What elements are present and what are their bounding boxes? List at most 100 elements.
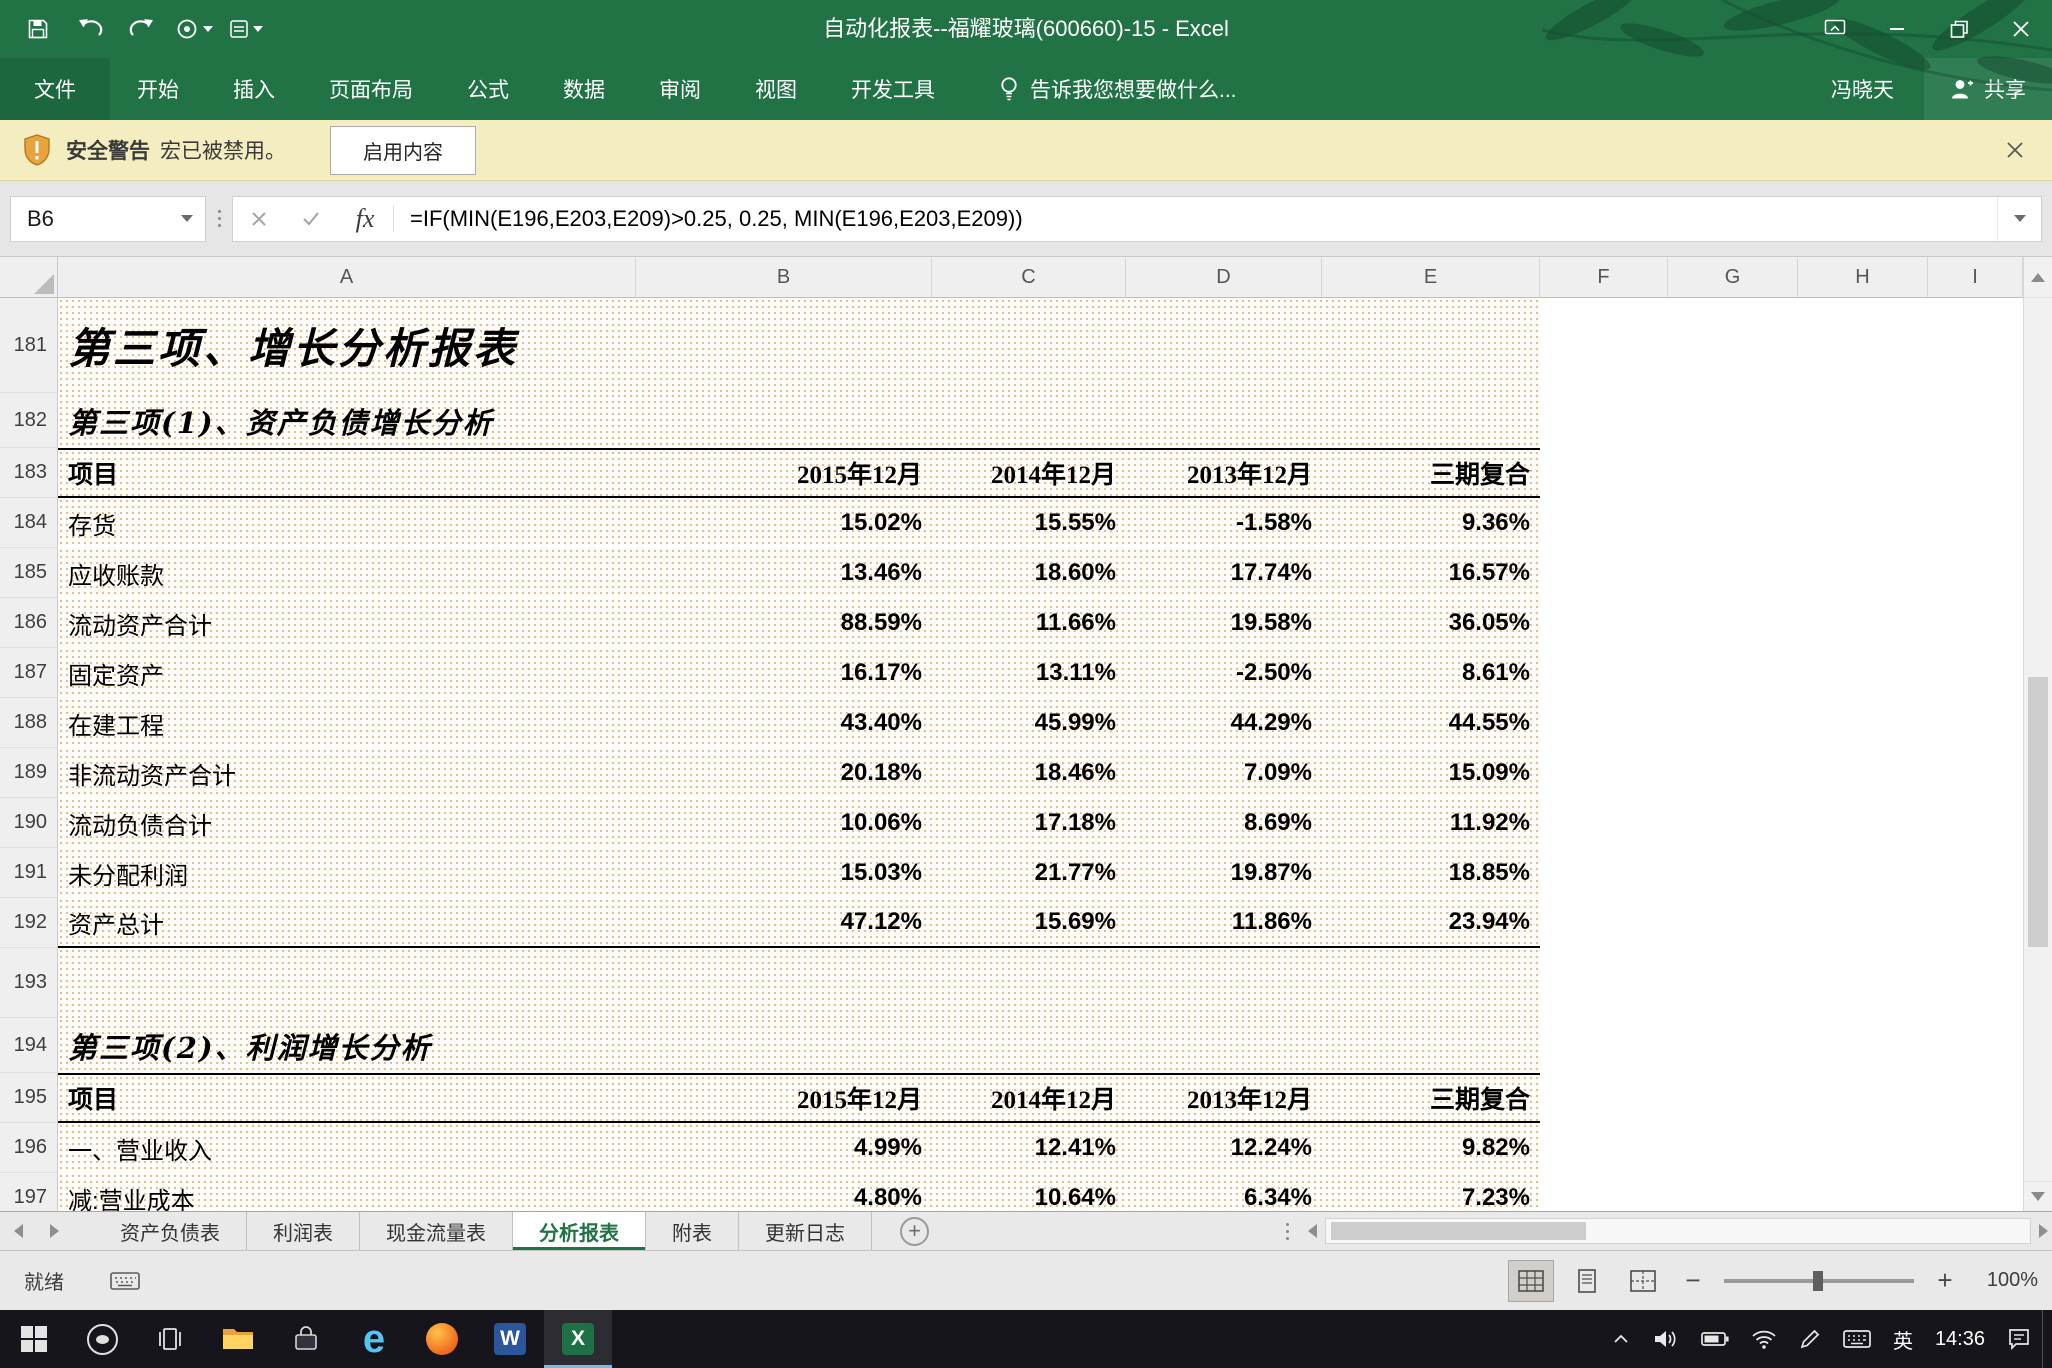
- row-header-187[interactable]: 187: [0, 648, 58, 698]
- cell-C189[interactable]: 18.46%: [932, 748, 1126, 798]
- cell-C186[interactable]: 11.66%: [932, 598, 1126, 648]
- cell-A186[interactable]: 流动资产合计: [58, 598, 636, 648]
- zoom-slider-thumb[interactable]: [1813, 1271, 1823, 1291]
- cell-E186[interactable]: 36.05%: [1322, 598, 1540, 648]
- cell-E188[interactable]: 44.55%: [1322, 698, 1540, 748]
- cell-A188[interactable]: 在建工程: [58, 698, 636, 748]
- row-header-196[interactable]: 196: [0, 1123, 58, 1173]
- vertical-scrollbar[interactable]: [2023, 257, 2052, 1211]
- cell-C185[interactable]: 18.60%: [932, 548, 1126, 598]
- cell-B188[interactable]: 43.40%: [636, 698, 932, 748]
- cell-E183[interactable]: 三期复合: [1322, 450, 1540, 496]
- cell-C188[interactable]: 45.99%: [932, 698, 1126, 748]
- row-header-192[interactable]: 192: [0, 898, 58, 948]
- cell-C195[interactable]: 2014年12月: [932, 1075, 1126, 1121]
- sheet-nav-next-button[interactable]: [36, 1212, 72, 1250]
- normal-view-button[interactable]: [1508, 1260, 1554, 1302]
- cell-B183[interactable]: 2015年12月: [636, 450, 932, 496]
- column-header-F[interactable]: F: [1540, 257, 1668, 297]
- cancel-entry-icon[interactable]: [233, 197, 285, 241]
- cell-E195[interactable]: 三期复合: [1322, 1075, 1540, 1121]
- cell-B192[interactable]: 47.12%: [636, 898, 932, 946]
- cell-B195[interactable]: 2015年12月: [636, 1075, 932, 1121]
- column-header-A[interactable]: A: [58, 257, 636, 297]
- messaging-app-icon[interactable]: [68, 1310, 136, 1368]
- ribbon-tab-数据[interactable]: 数据: [536, 58, 632, 120]
- column-header-B[interactable]: B: [636, 257, 932, 297]
- insert-function-button[interactable]: fx: [337, 204, 393, 234]
- row-header-183[interactable]: 183: [0, 448, 58, 498]
- sheet-tab-更新日志[interactable]: 更新日志: [739, 1212, 872, 1250]
- cell-A191[interactable]: 未分配利润: [58, 848, 636, 898]
- pen-icon[interactable]: [1788, 1310, 1832, 1368]
- expand-formula-bar-button[interactable]: [1997, 197, 2041, 241]
- horizontal-scrollbar-track[interactable]: [1325, 1218, 2031, 1244]
- cell-D197[interactable]: 6.34%: [1126, 1173, 1322, 1211]
- scroll-up-button[interactable]: [2024, 257, 2052, 298]
- formula-input[interactable]: =IF(MIN(E196,E203,E209)>0.25, 0.25, MIN(…: [394, 206, 1997, 232]
- tell-me-box[interactable]: 告诉我您想要做什么...: [998, 74, 1237, 104]
- task-view-button[interactable]: [136, 1310, 204, 1368]
- cell-C187[interactable]: 13.11%: [932, 648, 1126, 698]
- name-box-dropdown[interactable]: [169, 197, 205, 241]
- section-title-row-194[interactable]: 第三项(2)、利润增长分析: [58, 1018, 432, 1073]
- file-explorer-icon[interactable]: [204, 1310, 272, 1368]
- horizontal-scrollbar[interactable]: [1274, 1212, 2048, 1250]
- cell-A183[interactable]: 项目: [58, 450, 636, 496]
- row-header-189[interactable]: 189: [0, 748, 58, 798]
- cell-E191[interactable]: 18.85%: [1322, 848, 1540, 898]
- minimize-button[interactable]: [1866, 0, 1928, 58]
- show-desktop-button[interactable]: [2042, 1310, 2052, 1368]
- cell-B190[interactable]: 10.06%: [636, 798, 932, 848]
- ribbon-tab-视图[interactable]: 视图: [728, 58, 824, 120]
- cell-A196[interactable]: 一、营业收入: [58, 1123, 636, 1173]
- column-header-I[interactable]: I: [1928, 257, 2023, 297]
- cell-C192[interactable]: 15.69%: [932, 898, 1126, 946]
- undo-button[interactable]: [64, 7, 116, 51]
- row-header-186[interactable]: 186: [0, 598, 58, 648]
- cell-A185[interactable]: 应收账款: [58, 548, 636, 598]
- column-header-C[interactable]: C: [932, 257, 1126, 297]
- cell-D185[interactable]: 17.74%: [1126, 548, 1322, 598]
- account-button[interactable]: 冯晓天: [1801, 58, 1924, 120]
- cell-A189[interactable]: 非流动资产合计: [58, 748, 636, 798]
- cell-D192[interactable]: 11.86%: [1126, 898, 1322, 946]
- cell-C191[interactable]: 21.77%: [932, 848, 1126, 898]
- redo-button[interactable]: [116, 7, 168, 51]
- row-header-181[interactable]: 181: [0, 298, 58, 393]
- row-header-194[interactable]: 194: [0, 1018, 58, 1073]
- ribbon-tab-页面布局[interactable]: 页面布局: [302, 58, 440, 120]
- sheet-tab-现金流量表[interactable]: 现金流量表: [360, 1212, 513, 1250]
- column-header-H[interactable]: H: [1798, 257, 1928, 297]
- cell-B197[interactable]: 4.80%: [636, 1173, 932, 1211]
- cell-E190[interactable]: 11.92%: [1322, 798, 1540, 848]
- row-header-197[interactable]: 197: [0, 1173, 58, 1211]
- cell-A187[interactable]: 固定资产: [58, 648, 636, 698]
- cell-D190[interactable]: 8.69%: [1126, 798, 1322, 848]
- cell-A197[interactable]: 减:营业成本: [58, 1173, 636, 1211]
- cell-C196[interactable]: 12.41%: [932, 1123, 1126, 1173]
- row-header-188[interactable]: 188: [0, 698, 58, 748]
- wifi-icon[interactable]: [1740, 1310, 1788, 1368]
- row-header-195[interactable]: 195: [0, 1073, 58, 1123]
- row-header-184[interactable]: 184: [0, 498, 58, 548]
- cell-B186[interactable]: 88.59%: [636, 598, 932, 648]
- share-button[interactable]: 共享: [1924, 58, 2052, 120]
- cell-E185[interactable]: 16.57%: [1322, 548, 1540, 598]
- cell-C183[interactable]: 2014年12月: [932, 450, 1126, 496]
- cell-C197[interactable]: 10.64%: [932, 1173, 1126, 1211]
- hidden-icons-chevron[interactable]: [1600, 1310, 1642, 1368]
- close-button[interactable]: [1990, 0, 2052, 58]
- cell-B196[interactable]: 4.99%: [636, 1123, 932, 1173]
- touch-mode-button[interactable]: [168, 7, 220, 51]
- ribbon-display-options-button[interactable]: [1804, 0, 1866, 58]
- ribbon-tab-开始[interactable]: 开始: [110, 58, 206, 120]
- action-center-icon[interactable]: [1996, 1310, 2042, 1368]
- cell-E197[interactable]: 7.23%: [1322, 1173, 1540, 1211]
- sheet-tab-资产负债表[interactable]: 资产负债表: [94, 1212, 247, 1250]
- cell-B184[interactable]: 15.02%: [636, 498, 932, 548]
- cell-E189[interactable]: 15.09%: [1322, 748, 1540, 798]
- ime-language-indicator[interactable]: 英: [1882, 1310, 1924, 1368]
- word-icon[interactable]: W: [476, 1310, 544, 1368]
- column-header-D[interactable]: D: [1126, 257, 1322, 297]
